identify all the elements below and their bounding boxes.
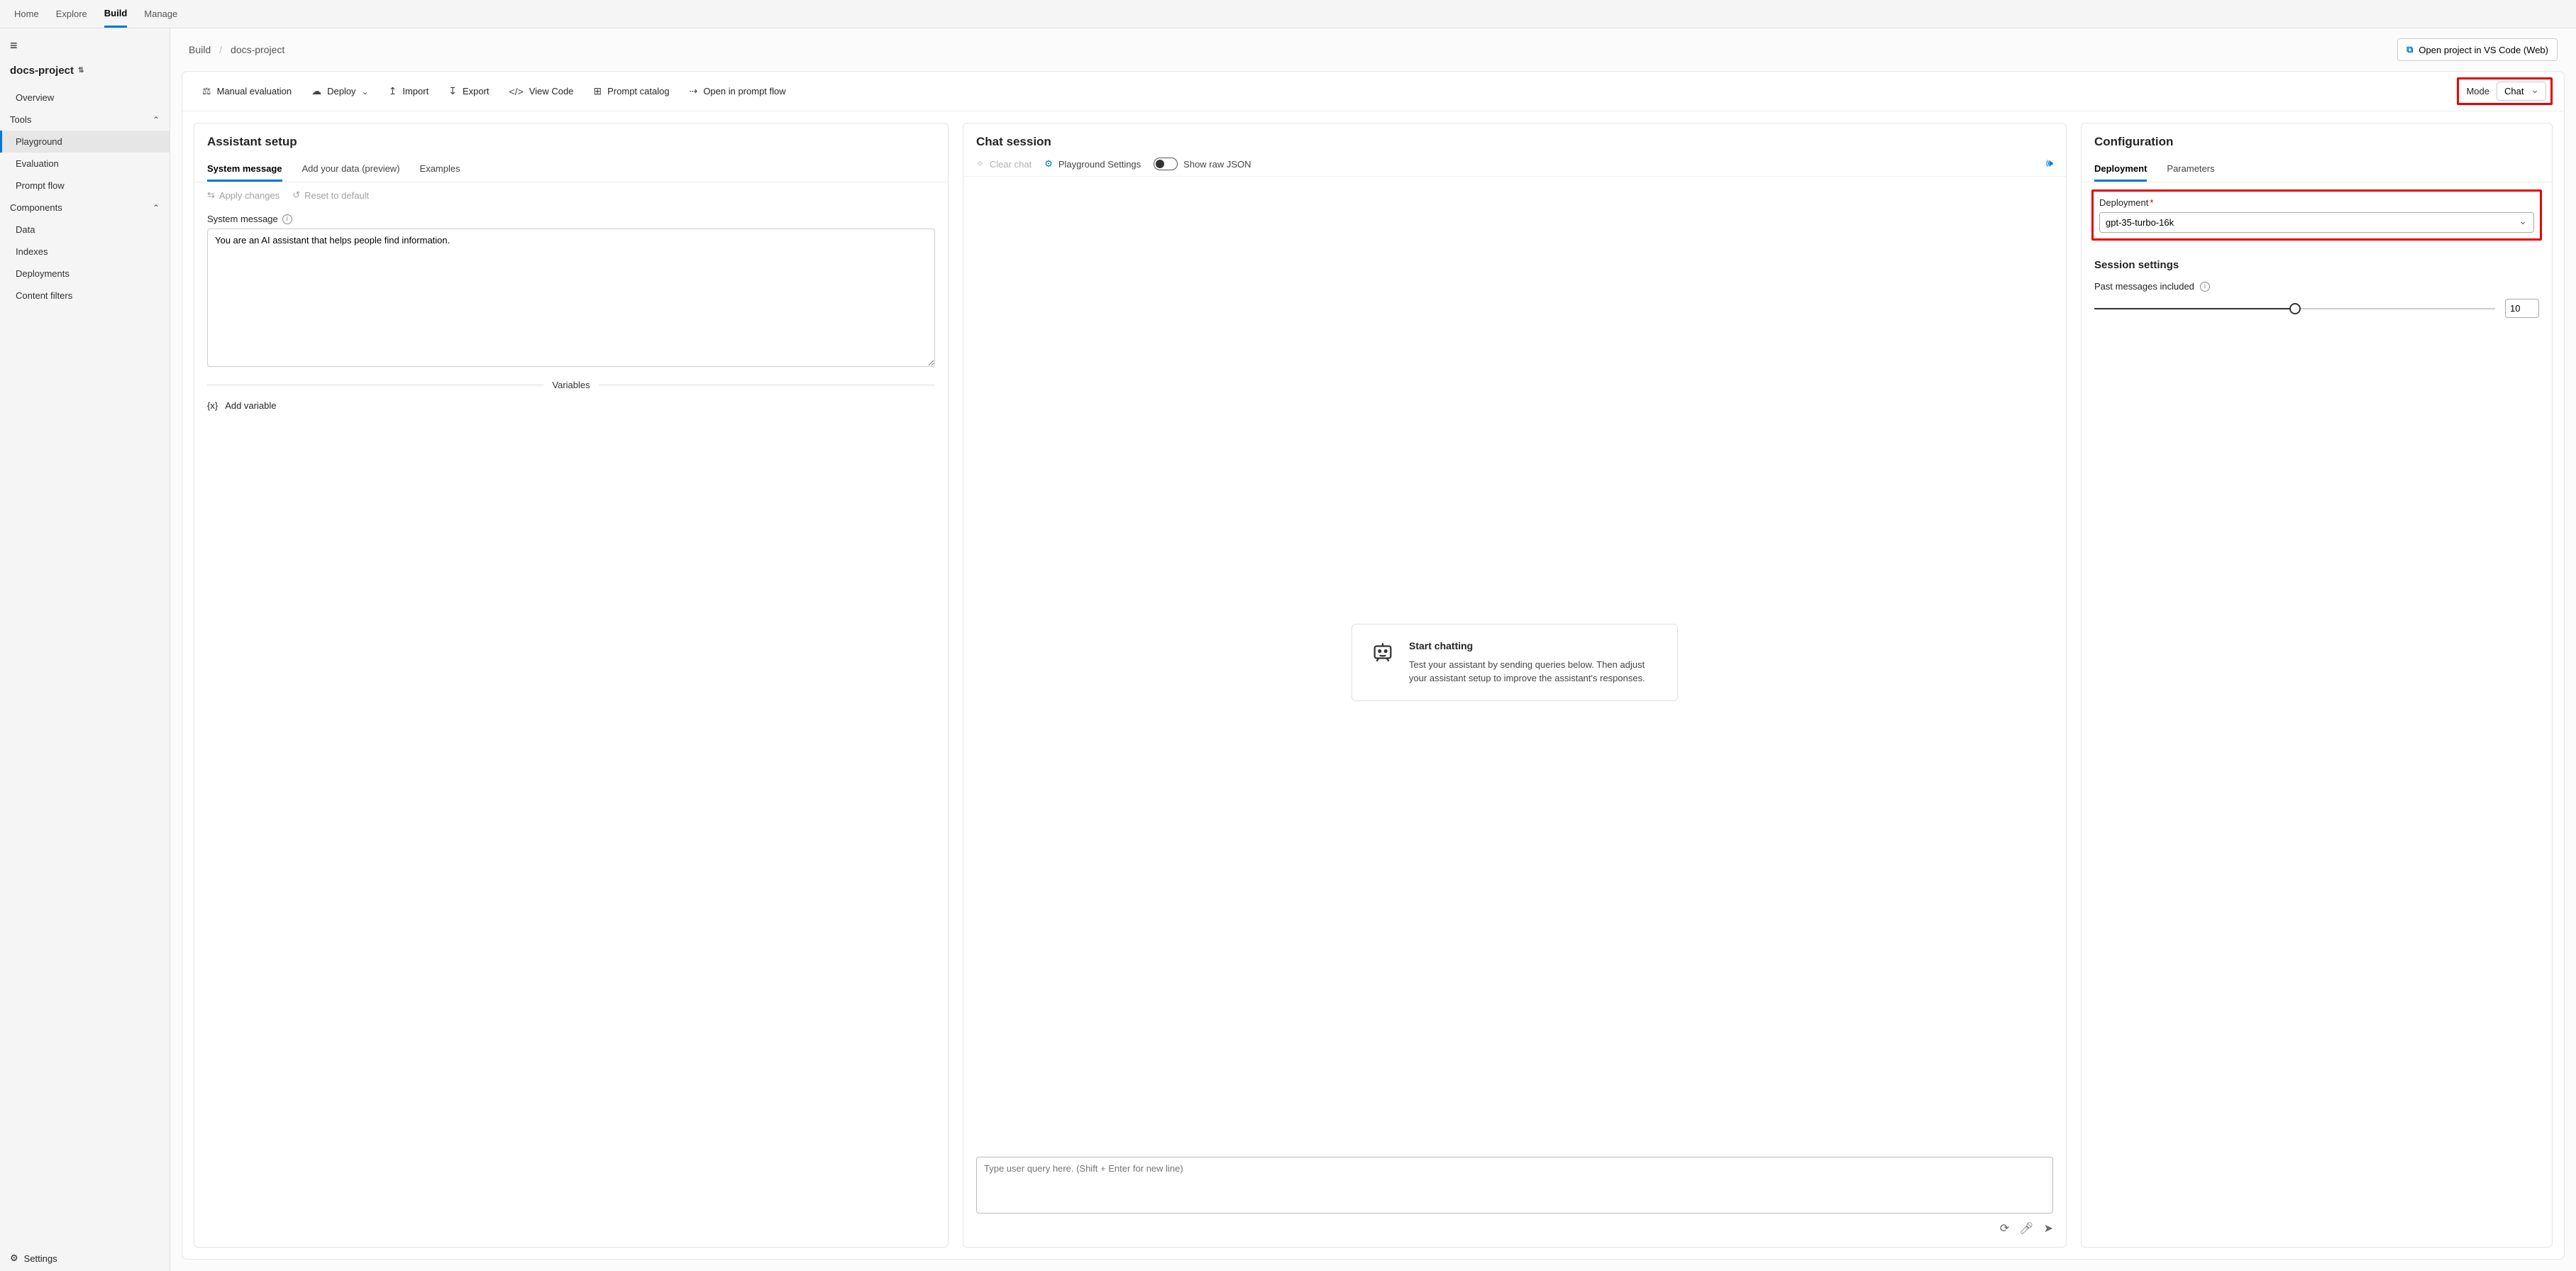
cloud-icon: ☁: [311, 85, 321, 97]
mode-label: Mode: [2466, 86, 2489, 97]
gear-icon: ⚙: [10, 1253, 18, 1264]
nav-manage[interactable]: Manage: [144, 1, 177, 26]
manual-evaluation-button[interactable]: ⚖Manual evaluation: [194, 79, 300, 103]
sidebar-content-filters[interactable]: Content filters: [0, 285, 170, 307]
crumb-build[interactable]: Build: [189, 44, 211, 55]
grid-icon: ⊞: [593, 85, 602, 97]
breadcrumb: Build / docs-project: [189, 44, 284, 55]
send-icon[interactable]: ➤: [2044, 1221, 2053, 1236]
broom-icon: ✧: [976, 158, 984, 170]
prompt-catalog-button[interactable]: ⊞Prompt catalog: [585, 79, 678, 103]
toolbar: ⚖Manual evaluation ☁Deploy⌄ ↥Import ↧Exp…: [182, 72, 2564, 111]
sidebar-playground[interactable]: Playground: [0, 131, 170, 153]
view-code-button[interactable]: </>View Code: [501, 80, 582, 103]
start-chatting-card: Start chatting Test your assistant by se…: [1351, 624, 1678, 702]
mode-select[interactable]: Chat: [2497, 82, 2546, 101]
tab-parameters[interactable]: Parameters: [2167, 158, 2214, 182]
hamburger-icon[interactable]: ≡: [10, 34, 160, 57]
raw-json-toggle-group: Show raw JSON: [1154, 158, 1251, 170]
tab-add-data[interactable]: Add your data (preview): [302, 158, 400, 182]
project-switcher[interactable]: docs-project ⇅: [10, 57, 160, 81]
past-messages-label: Past messages included: [2094, 281, 2194, 292]
nav-explore[interactable]: Explore: [56, 1, 87, 26]
deployment-label: Deployment*: [2099, 197, 2534, 208]
sidebar-indexes[interactable]: Indexes: [0, 241, 170, 263]
vscode-icon: ⧉: [2406, 44, 2413, 55]
reset-default-button: ↺Reset to default: [292, 189, 369, 201]
sidebar-data[interactable]: Data: [0, 219, 170, 241]
chevron-up-icon: ⌃: [153, 203, 160, 213]
project-name-label: docs-project: [10, 65, 74, 77]
code-icon: </>: [509, 86, 524, 97]
assistant-title: Assistant setup: [194, 123, 948, 152]
system-message-label: System message: [207, 214, 278, 224]
scales-icon: ⚖: [202, 85, 211, 97]
sort-icon: ⇅: [78, 68, 84, 74]
import-button[interactable]: ↥Import: [380, 79, 438, 103]
sidebar-prompt-flow[interactable]: Prompt flow: [0, 175, 170, 197]
chat-session-pane: Chat session ✧Clear chat ⚙Playground Set…: [963, 123, 2067, 1248]
mode-selector: Mode Chat: [2457, 77, 2553, 105]
sidebar-tools-header[interactable]: Tools ⌃: [0, 109, 170, 131]
speaker-icon[interactable]: 🕪: [2046, 158, 2053, 170]
past-messages-value[interactable]: [2505, 299, 2539, 318]
system-message-textarea[interactable]: You are an AI assistant that helps peopl…: [207, 229, 935, 367]
chat-input[interactable]: [976, 1157, 2053, 1214]
sidebar-evaluation[interactable]: Evaluation: [0, 153, 170, 175]
gear-icon: ⚙: [1044, 158, 1053, 170]
sidebar-deployments[interactable]: Deployments: [0, 263, 170, 285]
info-icon[interactable]: i: [282, 214, 292, 224]
chevron-up-icon: ⌃: [153, 115, 160, 125]
sidebar-components-header[interactable]: Components ⌃: [0, 197, 170, 219]
config-title: Configuration: [2082, 123, 2552, 152]
deployment-select[interactable]: gpt-35-turbo-16k: [2099, 212, 2534, 233]
bot-icon: [1371, 640, 1395, 686]
past-messages-slider[interactable]: [2094, 308, 2495, 309]
crumb-project[interactable]: docs-project: [231, 44, 284, 55]
clear-chat-button: ✧Clear chat: [976, 158, 1032, 170]
start-title: Start chatting: [1409, 640, 1659, 651]
sidebar-overview[interactable]: Overview: [0, 87, 170, 109]
refresh-icon[interactable]: ⟳: [2000, 1221, 2009, 1236]
chat-title: Chat session: [963, 123, 2066, 152]
tab-deployment[interactable]: Deployment: [2094, 158, 2147, 182]
raw-json-toggle[interactable]: [1154, 158, 1178, 170]
playground-settings-button[interactable]: ⚙Playground Settings: [1044, 158, 1141, 170]
sync-icon: ⇆: [207, 189, 215, 201]
tab-examples[interactable]: Examples: [420, 158, 460, 182]
required-asterisk: *: [2150, 197, 2153, 208]
sidebar: ≡ docs-project ⇅ Overview Tools ⌃ Playgr…: [0, 28, 170, 1271]
braces-icon: {x}: [207, 400, 218, 411]
open-prompt-flow-button[interactable]: ⇢Open in prompt flow: [681, 79, 795, 103]
chevron-down-icon: ⌄: [362, 87, 369, 97]
variables-divider: Variables: [207, 380, 935, 390]
configuration-pane: Configuration Deployment Parameters Depl…: [2081, 123, 2553, 1248]
start-body: Test your assistant by sending queries b…: [1409, 659, 1659, 686]
tab-system-message[interactable]: System message: [207, 158, 282, 182]
import-icon: ↥: [389, 85, 397, 97]
info-icon[interactable]: i: [2200, 282, 2210, 292]
deploy-button[interactable]: ☁Deploy⌄: [303, 79, 377, 103]
apply-changes-button: ⇆Apply changes: [207, 189, 280, 201]
sidebar-settings[interactable]: ⚙ Settings: [0, 1245, 170, 1271]
undo-icon: ↺: [292, 189, 300, 201]
top-nav: Home Explore Build Manage: [0, 0, 2576, 28]
open-vscode-button[interactable]: ⧉ Open project in VS Code (Web): [2397, 38, 2558, 61]
assistant-setup-pane: Assistant setup System message Add your …: [194, 123, 949, 1248]
breadcrumb-separator-icon: /: [219, 44, 222, 55]
nav-home[interactable]: Home: [14, 1, 39, 26]
export-icon: ↧: [448, 85, 457, 97]
nav-build[interactable]: Build: [104, 1, 128, 28]
session-settings-title: Session settings: [2082, 248, 2552, 277]
add-variable-button[interactable]: {x} Add variable: [194, 396, 948, 415]
microphone-icon[interactable]: 🎤︎: [2019, 1221, 2033, 1236]
flow-icon: ⇢: [690, 85, 698, 97]
export-button[interactable]: ↧Export: [440, 79, 497, 103]
